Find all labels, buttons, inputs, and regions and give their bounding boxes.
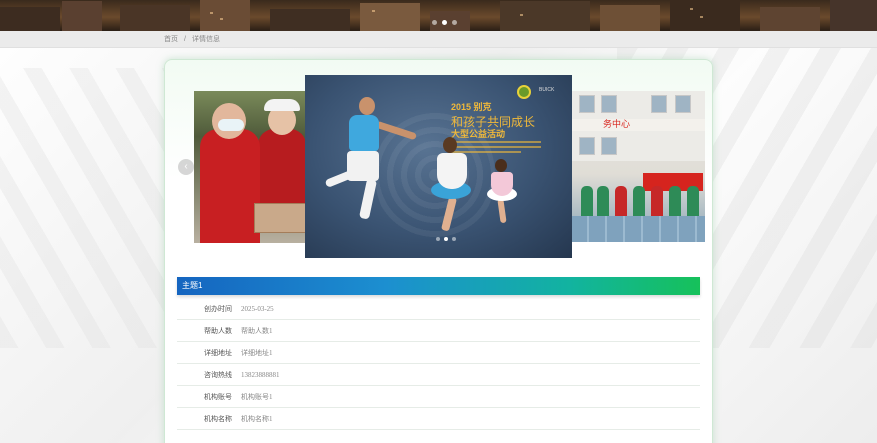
carousel-dot[interactable] [436, 237, 440, 241]
detail-row-founded: 创办时间 2025-03-25 [177, 298, 700, 320]
carousel-image-left[interactable] [194, 91, 306, 243]
detail-row-helped-count: 帮助人数 帮助人数1 [177, 320, 700, 342]
breadcrumb-separator: / [184, 36, 186, 43]
detail-row-address: 详细地址 详细地址1 [177, 342, 700, 364]
top-banner-image [0, 0, 877, 31]
carousel-image-main[interactable]: BUICK 2015 别克 和孩子共同成长 大型公益活动 [305, 75, 572, 258]
detail-label: 创办时间 [204, 305, 232, 313]
brand-logo-icon: BUICK [539, 87, 555, 93]
detail-value: 机构账号1 [241, 392, 273, 401]
breadcrumb: 首页 / 详情信息 [164, 31, 220, 48]
detail-row-org-name: 机构名称 机构名称1 [177, 408, 700, 430]
detail-value: 帮助人数1 [241, 326, 273, 335]
detail-label: 机构账号 [204, 393, 232, 401]
banner-dot[interactable] [432, 20, 437, 25]
banner-pagination [432, 20, 457, 25]
detail-label: 咨询热线 [204, 371, 232, 379]
breadcrumb-home-link[interactable]: 首页 [164, 31, 178, 48]
detail-value: 详细地址1 [241, 348, 273, 357]
carousel-dot[interactable] [452, 237, 456, 241]
section-title: 主题1 [177, 277, 700, 295]
detail-label: 帮助人数 [204, 327, 232, 335]
carousel-prev-button[interactable]: ‹ [178, 159, 194, 175]
building-sign: 务中心 [571, 119, 705, 131]
detail-label: 机构名称 [204, 415, 232, 423]
carousel-pagination [436, 237, 456, 241]
detail-value: 机构名称1 [241, 414, 273, 423]
details-list: 创办时间 2025-03-25 帮助人数 帮助人数1 详细地址 详细地址1 咨询… [177, 298, 700, 430]
breadcrumb-bar: 首页 / 详情信息 [0, 31, 877, 48]
detail-value: 2025-03-25 [241, 304, 274, 313]
banner-dot-active[interactable] [442, 20, 447, 25]
poster-title-line3: 大型公益活动 [451, 129, 506, 139]
carousel-image-right[interactable]: 务中心 [571, 91, 705, 242]
banner-dot[interactable] [452, 20, 457, 25]
carousel-dot-active[interactable] [444, 237, 448, 241]
breadcrumb-current: 详情信息 [191, 36, 220, 43]
poster-title-line1: 2015 别克 [451, 102, 492, 112]
detail-row-account: 机构账号 机构账号1 [177, 386, 700, 408]
detail-value: 13823888881 [241, 370, 280, 379]
detail-row-hotline: 咨询热线 13823888881 [177, 364, 700, 386]
charity-logo-icon [517, 85, 531, 99]
detail-label: 详细地址 [204, 349, 232, 357]
